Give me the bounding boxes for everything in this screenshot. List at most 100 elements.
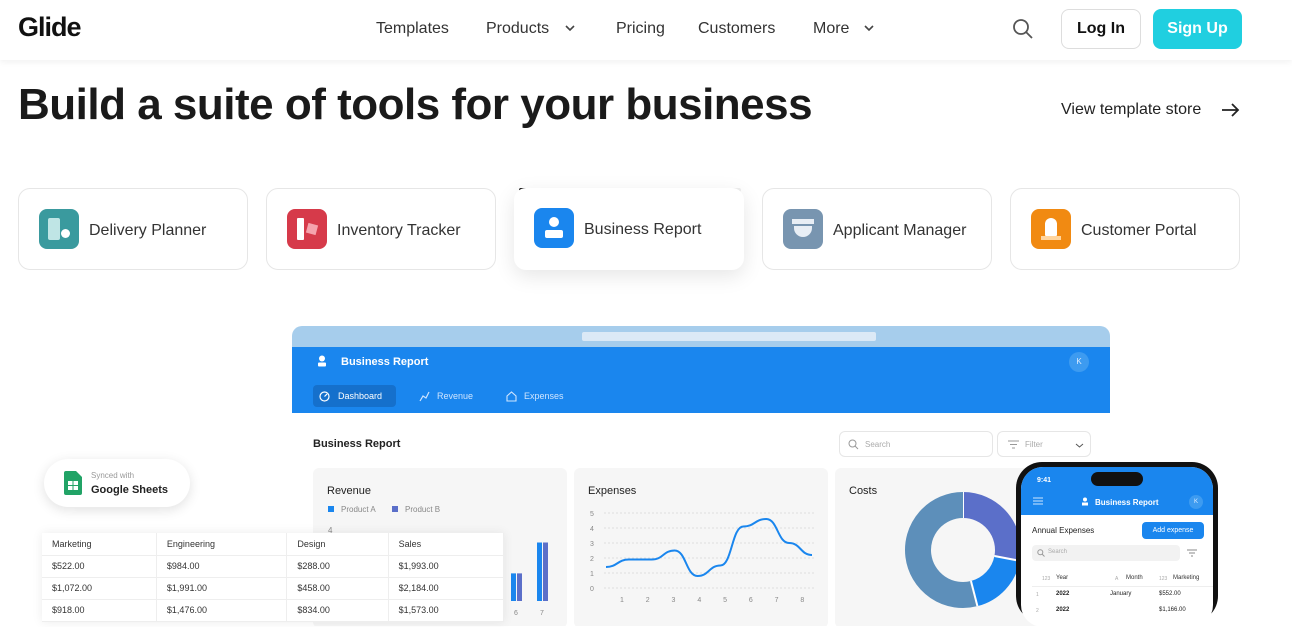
col-year: Year bbox=[1056, 575, 1069, 581]
person-icon bbox=[318, 355, 326, 367]
cell: $288.00 bbox=[286, 555, 389, 578]
phone-table-header: 123 Year A Month 123 Marketing bbox=[1032, 573, 1213, 587]
col-marketing: Marketing bbox=[1173, 575, 1200, 581]
cell: January bbox=[1110, 591, 1132, 597]
revenue-bar bbox=[543, 542, 548, 601]
phone-search-input[interactable]: Search bbox=[1032, 545, 1180, 561]
chevron-down-icon[interactable] bbox=[863, 22, 875, 34]
app-title: Business Report bbox=[341, 356, 429, 368]
login-button[interactable]: Log In bbox=[1061, 9, 1141, 49]
nav-templates[interactable]: Templates bbox=[376, 20, 449, 38]
hero-title: Build a suite of tools for your business bbox=[18, 80, 813, 129]
phone-screen: 9:41 Business Report K Annual Expenses A… bbox=[1021, 467, 1213, 627]
col-type: A bbox=[1115, 576, 1119, 582]
col-month: Month bbox=[1126, 575, 1143, 581]
template-store-link[interactable]: View template store bbox=[1061, 101, 1201, 119]
expenses-line-chart: 0 1 2 3 4 5 1 2 3 4 5 6 7 8 bbox=[590, 511, 814, 604]
filter-select[interactable]: Filter bbox=[997, 431, 1091, 457]
template-store-label[interactable]: View template store bbox=[1061, 101, 1201, 118]
avatar[interactable]: K bbox=[1189, 495, 1203, 509]
home-icon bbox=[506, 391, 517, 402]
col-type: 123 bbox=[1159, 576, 1168, 582]
revenue-bar bbox=[511, 573, 516, 601]
legend-swatch-a bbox=[328, 506, 334, 512]
donut-slice bbox=[962, 492, 1021, 561]
phone-table-row[interactable]: 2 2022 $1,166.00 bbox=[1032, 605, 1213, 619]
expenses-panel: Expenses 0 1 2 3 4 5 1 2 3 4 5 6 7 8 bbox=[574, 468, 828, 626]
cell: $834.00 bbox=[286, 599, 389, 622]
donut-slice bbox=[970, 555, 1020, 607]
search-placeholder: Search bbox=[865, 440, 891, 449]
legend-product-b: Product B bbox=[405, 505, 441, 514]
glide-logo[interactable]: Glide bbox=[18, 12, 82, 43]
phone-table-row[interactable]: 1 2022 January $552.00 bbox=[1032, 589, 1213, 603]
cell: $1,993.00 bbox=[388, 555, 505, 578]
filter-icon[interactable] bbox=[1187, 549, 1197, 557]
template-card-customer-portal[interactable]: Customer Portal bbox=[1010, 188, 1240, 270]
phone-app-title: Business Report bbox=[1095, 498, 1159, 507]
legend-product-a: Product A bbox=[341, 505, 376, 514]
menu-icon[interactable] bbox=[1033, 497, 1043, 505]
x-tick-label: 7 bbox=[775, 597, 779, 604]
x-tick-label: 5 bbox=[723, 597, 727, 604]
tab-expenses[interactable]: Expenses bbox=[524, 391, 564, 401]
applicant-icon bbox=[783, 209, 823, 249]
signup-button[interactable]: Sign Up bbox=[1153, 9, 1242, 49]
add-expense-button[interactable]: Add expense bbox=[1142, 522, 1204, 539]
legend-swatch-b bbox=[392, 506, 398, 512]
top-nav: Glide Templates Products Pricing Custome… bbox=[0, 0, 1292, 60]
template-card-inventory-tracker[interactable]: Inventory Tracker bbox=[266, 188, 496, 270]
cell: $552.00 bbox=[1159, 591, 1181, 597]
cell: $1,991.00 bbox=[156, 577, 288, 600]
row-index: 1 bbox=[1036, 592, 1039, 598]
person-icon bbox=[1082, 497, 1088, 506]
avatar[interactable]: K bbox=[1069, 352, 1089, 372]
revenue-bar bbox=[517, 573, 522, 601]
costs-title: Costs bbox=[849, 485, 878, 497]
delivery-icon bbox=[39, 209, 79, 249]
nav-more[interactable]: More bbox=[813, 20, 849, 38]
chevron-down-icon bbox=[1075, 443, 1084, 448]
row-index: 2 bbox=[1036, 608, 1039, 614]
revenue-bar bbox=[537, 542, 542, 601]
cell: 2022 bbox=[1056, 607, 1070, 613]
y-tick-label: 2 bbox=[590, 556, 594, 563]
search-input[interactable]: Search bbox=[839, 431, 993, 457]
spreadsheet: Marketing Engineering Design Sales $522.00 $… bbox=[42, 533, 505, 622]
url-bar bbox=[582, 332, 876, 341]
x-tick-label: 4 bbox=[697, 597, 701, 604]
chevron-down-icon[interactable] bbox=[564, 22, 576, 34]
browser-bar bbox=[292, 326, 1110, 347]
tab-dashboard-label[interactable]: Dashboard bbox=[338, 391, 382, 401]
card-label: Business Report bbox=[584, 221, 702, 238]
arrow-right-icon[interactable] bbox=[1221, 101, 1241, 119]
revenue-title: Revenue bbox=[327, 485, 372, 497]
cell: $2,184.00 bbox=[388, 577, 505, 600]
x-tick-label: 1 bbox=[620, 597, 624, 604]
card-label: Applicant Manager bbox=[833, 222, 967, 239]
search-icon[interactable] bbox=[1012, 18, 1034, 40]
costs-donut-chart bbox=[905, 492, 1021, 608]
dynamic-island bbox=[1091, 472, 1143, 486]
google-sheets-icon bbox=[64, 471, 82, 495]
phone-time: 9:41 bbox=[1037, 477, 1052, 484]
y-tick-label: 0 bbox=[590, 586, 594, 593]
y-tick-label: 1 bbox=[590, 571, 594, 578]
template-card-business-report[interactable]: Business Report bbox=[514, 188, 744, 270]
template-card-applicant-manager[interactable]: Applicant Manager bbox=[762, 188, 992, 270]
cell: $1,476.00 bbox=[156, 599, 288, 622]
template-card-delivery-planner[interactable]: Delivery Planner bbox=[18, 188, 248, 270]
cell: $984.00 bbox=[156, 555, 288, 578]
nav-customers[interactable]: Customers bbox=[698, 20, 775, 38]
page-title: Business Report bbox=[313, 438, 401, 450]
phone-search-placeholder: Search bbox=[1048, 549, 1068, 555]
nav-products[interactable]: Products bbox=[486, 20, 549, 38]
google-sheets-badge: Synced with Google Sheets bbox=[44, 459, 190, 507]
nav-pricing[interactable]: Pricing bbox=[616, 20, 665, 38]
search-icon bbox=[1037, 549, 1045, 557]
tab-revenue[interactable]: Revenue bbox=[437, 391, 473, 401]
person-icon bbox=[534, 208, 574, 248]
x-tick-label: 6 bbox=[749, 597, 753, 604]
y-tick-label: 5 bbox=[590, 511, 594, 518]
card-label: Inventory Tracker bbox=[337, 222, 461, 239]
